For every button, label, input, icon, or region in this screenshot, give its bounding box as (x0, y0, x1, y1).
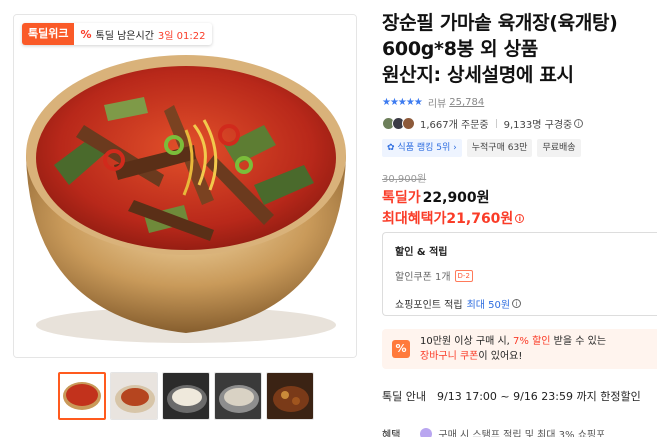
thumbnail-broth-image (215, 373, 261, 419)
order-count: 1,667개 주문중 (420, 120, 489, 131)
buyer-stats: 1,667개 주문중 9,133명 구경중 i (382, 116, 584, 131)
cart-coupon-promo[interactable]: % 10만원 이상 구매 시, 7% 할인 받을 수 있는 장바구니 쿠폰이 있… (382, 329, 657, 369)
thumbnail-4[interactable] (214, 372, 262, 420)
info-icon[interactable]: i (512, 299, 522, 308)
thumbnail-soup-image (163, 373, 209, 419)
coupon-row: 할인쿠폰 1개 D-2 (395, 268, 645, 283)
max-benefit-price: 최대혜택가21,760원 i (382, 208, 525, 228)
thumbnail-3[interactable] (162, 372, 210, 420)
thumbnail-2[interactable] (110, 372, 158, 420)
deal-info-label: 톡딜 안내 (382, 390, 426, 403)
info-icon[interactable]: i (515, 213, 525, 223)
original-price: 30,900원 (382, 174, 427, 185)
max-benefit-price-text: 최대혜택가21,760원 (382, 211, 514, 227)
promo-text: 10만원 이상 구매 시, (420, 336, 510, 347)
divider (495, 119, 497, 128)
benefit-text: 구매 시 스탬프 적립 및 최대 3% 쇼핑포 (438, 430, 606, 437)
point-row: 쇼핑포인트 적립 최대 50원 i (395, 296, 645, 311)
star-rating-icon: ★★★★★ (382, 97, 423, 108)
tag-cumulative: 누적구매 63만 (466, 139, 533, 157)
deal-info-row: 톡딜 안내 9/13 17:00 ~ 9/16 23:59 까지 한정할인 (382, 388, 641, 404)
avatar (402, 117, 415, 130)
point-max: 최대 50원 (466, 300, 511, 311)
tag-ranking-label: 식품 랭킹 5위 (397, 143, 451, 153)
product-tags: ✿ 식품 랭킹 5위 › 누적구매 63만 무료배송 (382, 139, 581, 157)
thumbnail-5[interactable] (266, 372, 314, 420)
review-rating[interactable]: ★★★★★ 리뷰 25,784 (382, 95, 484, 110)
product-main-image[interactable]: 톡딜위크 % 톡딜 남은시간 3일 01:22 (13, 14, 357, 358)
buyer-avatars (382, 117, 415, 130)
ranking-icon: ✿ (387, 143, 395, 153)
percent-icon: % (80, 27, 92, 41)
deal-price: 톡딜가 22,900원 (382, 187, 490, 207)
benefit-row: 혜택 구매 시 스탬프 적립 및 최대 3% 쇼핑포 (382, 426, 605, 437)
product-page: 톡딜위크 % 톡딜 남은시간 3일 01:22 장순필 가마솥 육개장(육개탕)… (0, 0, 657, 437)
thumbnail-1[interactable] (58, 372, 106, 420)
viewer-count: 9,133명 구경중 (503, 120, 573, 131)
promo-text: 이 있어요! (478, 351, 523, 362)
promo-text: 받을 수 있는 (553, 336, 607, 347)
tag-ranking[interactable]: ✿ 식품 랭킹 5위 › (382, 139, 462, 157)
promo-highlight: 7% 할인 (513, 336, 551, 347)
thumbnail-meat-image (267, 373, 313, 419)
discount-box-title: 할인 & 적립 (395, 247, 448, 258)
talkdeal-week-logo: 톡딜위크 (22, 23, 75, 45)
talkdeal-timer-badge: 톡딜위크 % 톡딜 남은시간 3일 01:22 (22, 23, 213, 45)
product-title: 장순필 가마솥 육개장(육개탕) 600g*8봉 외 상품 원산지: 상세설명에… (382, 12, 618, 86)
coupon-label: 할인쿠폰 1개 (395, 272, 451, 283)
promo-line-2: 장바구니 쿠폰이 있어요! (420, 349, 649, 364)
deal-price-label: 톡딜가 (382, 190, 421, 206)
review-label: 리뷰 (427, 99, 447, 110)
yukgaejang-bowl-image (14, 15, 356, 357)
promo-line-1: 10만원 이상 구매 시, 7% 할인 받을 수 있는 (420, 334, 649, 349)
discount-box: 할인 & 적립 할인쿠폰 1개 D-2 쇼핑포인트 적립 최대 50원 i (382, 232, 657, 316)
thumbnail-noodle-image (111, 373, 157, 419)
review-count-link[interactable]: 25,784 (449, 97, 484, 108)
promo-highlight: 장바구니 쿠폰 (420, 351, 479, 362)
image-thumbnails (58, 372, 314, 420)
remaining-time-label: 톡딜 남은시간 (95, 30, 154, 42)
tag-free-shipping: 무료배송 (537, 139, 581, 157)
remaining-time-value: 3일 01:22 (157, 30, 206, 42)
benefit-label: 혜택 (382, 430, 401, 437)
point-label: 쇼핑포인트 적립 (395, 300, 463, 311)
percent-coupon-icon: % (392, 340, 410, 358)
deal-price-amount: 22,900원 (422, 190, 490, 206)
thumbnail-bowl-image (60, 374, 104, 418)
deal-info-period: 9/13 17:00 ~ 9/16 23:59 까지 한정할인 (437, 390, 641, 403)
stamp-icon (420, 427, 433, 437)
info-icon[interactable]: i (574, 119, 584, 128)
coupon-dday-badge: D-2 (454, 269, 473, 282)
